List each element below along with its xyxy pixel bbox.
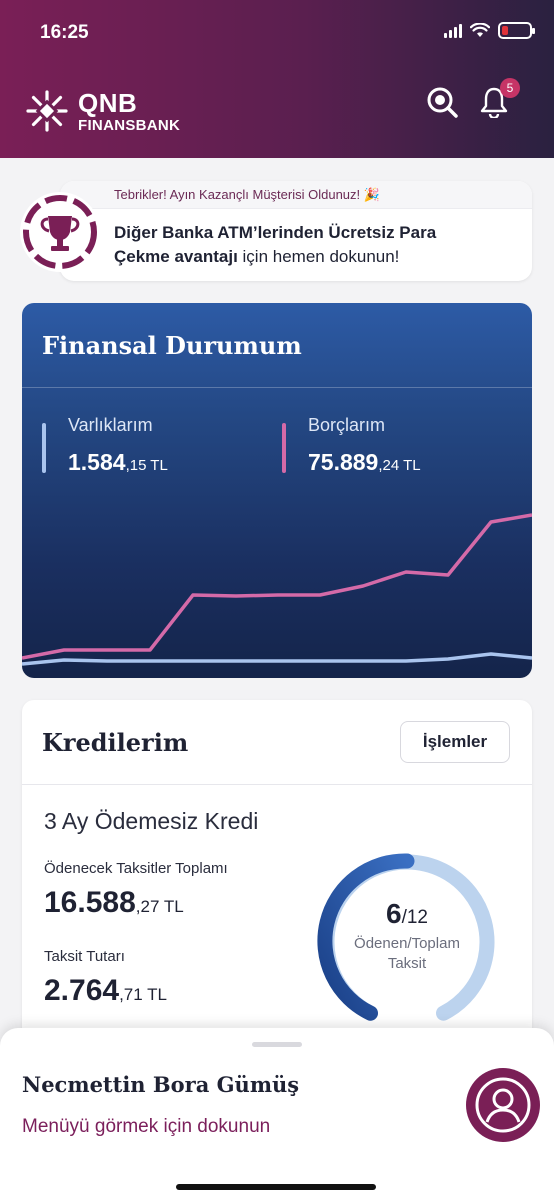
assets-value: 1.584,15 TL xyxy=(68,449,168,476)
assets-indicator xyxy=(42,423,46,473)
wifi-icon xyxy=(470,23,490,37)
installment-amount-value: 2.764,71 TL xyxy=(44,974,167,1008)
search-icon xyxy=(427,87,458,118)
assets-amount: 1.584 xyxy=(68,449,126,475)
status-icons xyxy=(444,22,535,39)
promo-banner[interactable]: Tebrikler! Ayın Kazançlı Müşterisi Oldun… xyxy=(60,181,532,281)
loan-name: 3 Ay Ödemesiz Kredi xyxy=(44,808,259,834)
notifications-button[interactable]: 5 xyxy=(474,78,520,122)
notification-badge: 5 xyxy=(500,78,520,98)
open-menu-link[interactable]: Menüyü görmek için dokunun xyxy=(22,1116,270,1138)
profile-bottom-sheet[interactable]: Necmettin Bora Gümüş Menüyü görmek için … xyxy=(0,1028,554,1200)
avatar[interactable] xyxy=(466,1068,540,1142)
paid-installments: 6 xyxy=(386,898,402,929)
total-amount: 16.588 xyxy=(44,886,136,919)
brand-name: QNB xyxy=(78,87,138,118)
divider xyxy=(22,784,532,785)
installment-amount-label: Taksit Tutarı xyxy=(44,948,125,965)
divider xyxy=(22,387,532,388)
financial-title: Finansal Durumum xyxy=(42,331,302,360)
promo-congrats: Tebrikler! Ayın Kazançlı Müşterisi Oldun… xyxy=(60,181,532,209)
debts-indicator xyxy=(282,423,286,473)
debts-trend-line xyxy=(22,513,532,660)
home-indicator[interactable] xyxy=(176,1184,376,1190)
qnb-logo-icon xyxy=(26,90,68,132)
promo-bold-line-1: Diğer Banka ATM’lerinden Ücretsiz Para xyxy=(114,223,437,242)
app-header: 16:25 QNB FINANSBANK 5 xyxy=(0,0,554,158)
financial-status-card[interactable]: Finansal Durumum Varlıklarım 1.584,15 TL… xyxy=(22,303,532,678)
total-installments-value: 16.588,27 TL xyxy=(44,886,184,920)
installment-amount: 2.764 xyxy=(44,974,120,1007)
status-time: 16:25 xyxy=(40,22,89,43)
total-decimals: ,27 TL xyxy=(135,897,184,916)
promo-bold-line-2: Çekme avantajı xyxy=(114,247,238,266)
assets-decimals: ,15 TL xyxy=(125,457,168,474)
brand-subname: FINANSBANK xyxy=(78,116,181,134)
paid-count: 6/12 xyxy=(314,898,500,930)
promo-message: Diğer Banka ATM’lerinden Ücretsiz Para Ç… xyxy=(60,209,532,269)
user-name: Necmettin Bora Gümüş xyxy=(22,1072,300,1097)
trophy-icon xyxy=(23,195,97,269)
search-button[interactable] xyxy=(422,82,462,122)
user-icon xyxy=(475,1077,531,1133)
debts-decimals: ,24 TL xyxy=(378,457,421,474)
progress-label-line-1: Ödenen/Toplam xyxy=(354,935,460,952)
debts-label: Borçlarım xyxy=(308,415,386,435)
sheet-grabber[interactable] xyxy=(252,1042,302,1047)
debts-amount: 75.889 xyxy=(308,449,379,475)
progress-label-line-2: Taksit xyxy=(387,955,427,972)
qnb-logo: QNB FINANSBANK xyxy=(24,88,180,134)
trophy-badge xyxy=(20,192,100,272)
financial-trend-chart xyxy=(22,513,532,666)
assets-label: Varlıklarım xyxy=(68,415,153,435)
total-installments: /12 xyxy=(401,907,428,928)
cellular-signal-icon xyxy=(444,23,462,38)
promo-rest: için hemen dokunun! xyxy=(237,247,400,266)
debts-value: 75.889,24 TL xyxy=(308,449,421,476)
progress-summary: 6/12 Ödenen/Toplam Taksit xyxy=(314,898,500,974)
assets-trend-line xyxy=(22,652,532,666)
transactions-button[interactable]: İşlemler xyxy=(400,721,510,763)
installment-decimals: ,71 TL xyxy=(119,985,167,1004)
battery-icon xyxy=(498,22,535,39)
total-installments-label: Ödenecek Taksitler Toplamı xyxy=(44,860,228,877)
credits-title: Kredilerim xyxy=(42,728,189,757)
